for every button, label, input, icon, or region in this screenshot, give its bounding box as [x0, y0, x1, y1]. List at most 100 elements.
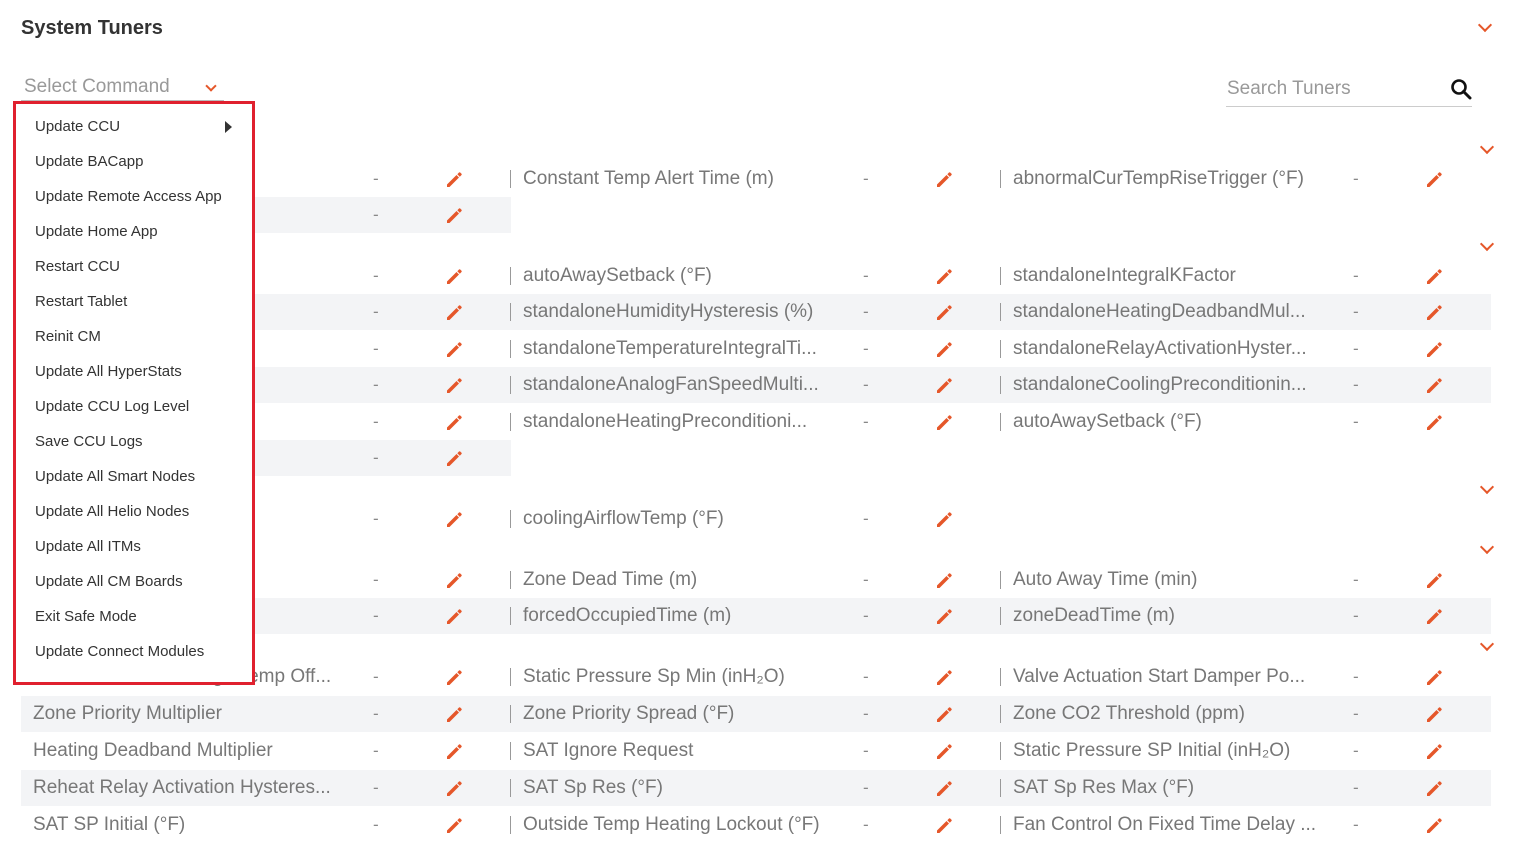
- pencil-icon[interactable]: [445, 511, 463, 529]
- tuner-value: -: [373, 667, 379, 686]
- menu-item[interactable]: Update All ITMs: [35, 537, 141, 557]
- menu-item[interactable]: Update Connect Modules: [35, 642, 204, 662]
- pencil-icon[interactable]: [1425, 706, 1443, 724]
- column-separator: [510, 170, 511, 188]
- pencil-icon[interactable]: [445, 450, 463, 468]
- menu-item[interactable]: Update BACapp: [35, 152, 143, 172]
- search-icon[interactable]: [1450, 78, 1472, 100]
- column-separator: [510, 303, 511, 321]
- pencil-icon[interactable]: [935, 377, 953, 395]
- tuner-cell: Reheat Relay Activation Hysteres... -: [21, 770, 511, 806]
- menu-item[interactable]: Update All Smart Nodes: [35, 467, 195, 487]
- pencil-icon[interactable]: [935, 706, 953, 724]
- pencil-icon[interactable]: [445, 171, 463, 189]
- pencil-icon[interactable]: [1425, 608, 1443, 626]
- pencil-icon[interactable]: [445, 706, 463, 724]
- pencil-icon[interactable]: [445, 743, 463, 761]
- chevron-down-icon[interactable]: [1477, 17, 1493, 33]
- section-collapse-chevron-icon[interactable]: [1479, 139, 1495, 155]
- tuner-cell: standaloneRelayActivationHyster... -: [1001, 331, 1491, 367]
- tuner-name: standaloneIntegralKFactor: [1013, 265, 1236, 286]
- search-tuners[interactable]: Search Tuners: [1226, 75, 1472, 107]
- pencil-icon[interactable]: [445, 207, 463, 225]
- pencil-icon[interactable]: [445, 414, 463, 432]
- pencil-icon[interactable]: [1425, 341, 1443, 359]
- tuner-value: -: [373, 815, 379, 834]
- menu-item[interactable]: Exit Safe Mode: [35, 607, 137, 627]
- pencil-icon[interactable]: [445, 377, 463, 395]
- column-separator: [1000, 413, 1001, 431]
- tuner-value: -: [373, 509, 379, 528]
- section-collapse-chevron-icon[interactable]: [1479, 236, 1495, 252]
- column-separator: [1000, 303, 1001, 321]
- tuner-value: -: [863, 375, 869, 394]
- menu-item[interactable]: Reinit CM: [35, 327, 101, 347]
- pencil-icon[interactable]: [935, 268, 953, 286]
- pencil-icon[interactable]: [1425, 171, 1443, 189]
- pencil-icon[interactable]: [1425, 414, 1443, 432]
- menu-item[interactable]: Update Home App: [35, 222, 158, 242]
- tuner-cell: standaloneHumidityHysteresis (%) -: [511, 294, 1001, 330]
- pencil-icon[interactable]: [445, 669, 463, 687]
- pencil-icon[interactable]: [445, 608, 463, 626]
- column-separator: [1000, 340, 1001, 358]
- pencil-icon[interactable]: [935, 171, 953, 189]
- pencil-icon[interactable]: [935, 414, 953, 432]
- tuner-value: -: [373, 375, 379, 394]
- tuner-cell: Static Pressure Sp Min (inH₂O) -: [511, 659, 1001, 695]
- column-separator: [1000, 571, 1001, 589]
- pencil-icon[interactable]: [1425, 669, 1443, 687]
- pencil-icon[interactable]: [1425, 377, 1443, 395]
- pencil-icon[interactable]: [1425, 572, 1443, 590]
- tuner-value: -: [373, 606, 379, 625]
- menu-item[interactable]: Restart CCU: [35, 257, 120, 277]
- pencil-icon[interactable]: [935, 511, 953, 529]
- tuner-name: Zone Priority Spread (°F): [523, 703, 735, 724]
- tuner-name: Constant Temp Alert Time (m): [523, 168, 774, 189]
- pencil-icon[interactable]: [1425, 268, 1443, 286]
- column-separator: [510, 668, 511, 686]
- section-collapse-chevron-icon[interactable]: [1479, 539, 1495, 555]
- menu-item[interactable]: Update Remote Access App: [35, 187, 222, 207]
- pencil-icon[interactable]: [1425, 817, 1443, 835]
- tuner-value: -: [1353, 667, 1359, 686]
- menu-item[interactable]: Update All HyperStats: [35, 362, 182, 382]
- pencil-icon[interactable]: [935, 608, 953, 626]
- menu-item[interactable]: Update CCU: [35, 117, 120, 137]
- tuner-value: -: [373, 778, 379, 797]
- menu-item[interactable]: Restart Tablet: [35, 292, 127, 312]
- menu-item[interactable]: Update All Helio Nodes: [35, 502, 189, 522]
- search-input[interactable]: Search Tuners: [1227, 78, 1351, 100]
- menu-item[interactable]: Update CCU Log Level: [35, 397, 189, 417]
- tuner-cell: Static Pressure SP Initial (inH₂O) -: [1001, 733, 1491, 769]
- pencil-icon[interactable]: [445, 572, 463, 590]
- pencil-icon[interactable]: [935, 817, 953, 835]
- pencil-icon[interactable]: [445, 341, 463, 359]
- pencil-icon[interactable]: [445, 780, 463, 798]
- pencil-icon[interactable]: [935, 780, 953, 798]
- menu-item[interactable]: Update All CM Boards: [35, 572, 183, 592]
- pencil-icon[interactable]: [935, 341, 953, 359]
- column-separator: [1000, 816, 1001, 834]
- section-collapse-chevron-icon[interactable]: [1479, 636, 1495, 652]
- tuner-cell: forcedOccupiedTime (m) -: [511, 598, 1001, 634]
- pencil-icon[interactable]: [445, 304, 463, 322]
- pencil-icon[interactable]: [445, 268, 463, 286]
- pencil-icon[interactable]: [1425, 743, 1443, 761]
- menu-item[interactable]: Save CCU Logs: [35, 432, 143, 452]
- column-separator: [1000, 705, 1001, 723]
- pencil-icon[interactable]: [935, 304, 953, 322]
- tuner-cell: autoAwaySetback (°F) -: [511, 258, 1001, 294]
- section-collapse-chevron-icon[interactable]: [1479, 479, 1495, 495]
- tuner-name: Zone Priority Multiplier: [33, 703, 222, 724]
- tuner-cell: autoAwaySetback (°F) -: [1001, 404, 1491, 440]
- select-command-dropdown[interactable]: Select Command: [21, 74, 224, 101]
- tuner-name: standaloneHeatingPreconditioni...: [523, 411, 808, 432]
- tuner-value: -: [863, 815, 869, 834]
- pencil-icon[interactable]: [445, 817, 463, 835]
- pencil-icon[interactable]: [935, 743, 953, 761]
- pencil-icon[interactable]: [935, 669, 953, 687]
- pencil-icon[interactable]: [935, 572, 953, 590]
- pencil-icon[interactable]: [1425, 304, 1443, 322]
- pencil-icon[interactable]: [1425, 780, 1443, 798]
